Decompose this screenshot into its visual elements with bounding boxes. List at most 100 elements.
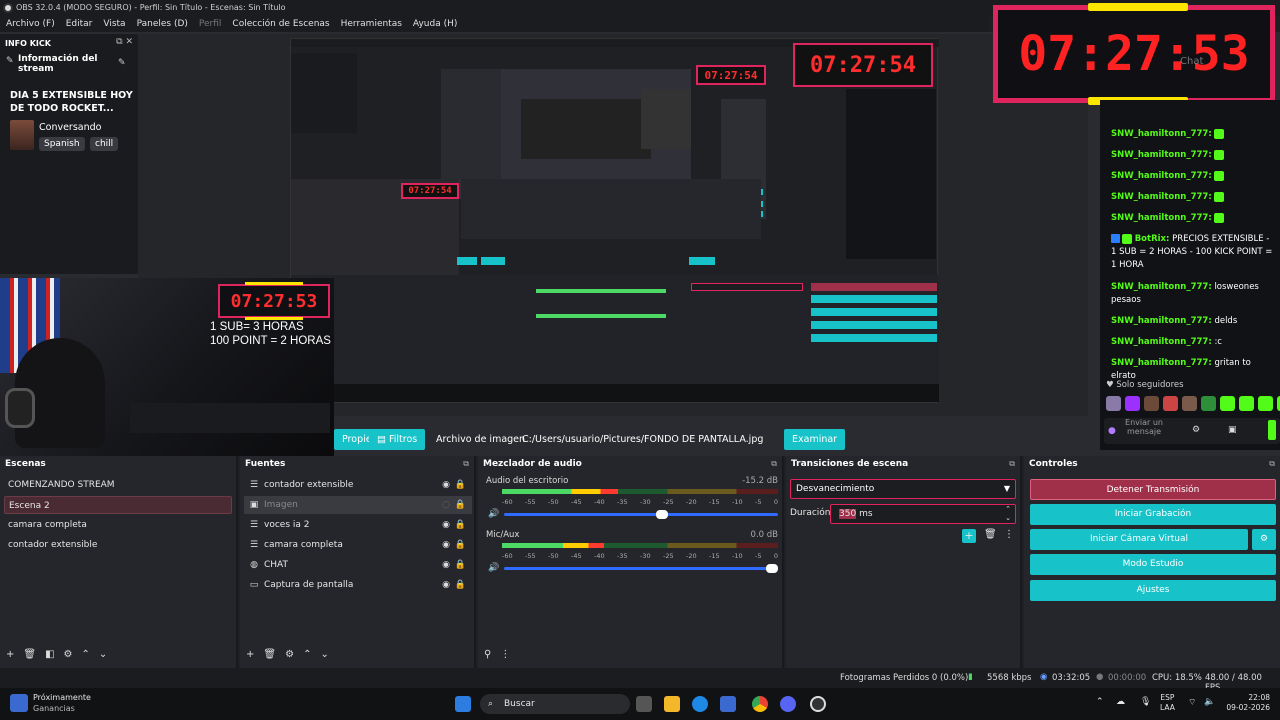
weather-widget-icon[interactable]: [10, 694, 28, 712]
link-icon[interactable]: ⚲: [484, 649, 491, 660]
dock-menu-icon[interactable]: ⧉: [463, 459, 469, 469]
scene-item[interactable]: camara completa: [4, 516, 232, 534]
vcam-gear-icon[interactable]: ⚙: [1252, 529, 1276, 550]
menu-tools[interactable]: Herramientas: [341, 16, 402, 32]
add-icon[interactable]: +: [246, 649, 254, 660]
dock-menu-icon[interactable]: ⧉: [1009, 459, 1015, 469]
gift-icon[interactable]: ▣: [1228, 425, 1237, 435]
menu-profile[interactable]: Perfil: [199, 16, 222, 32]
duration-input[interactable]: 350 ms ⌃ ⌄: [830, 504, 1016, 524]
tick-label: -15: [709, 498, 720, 506]
settings-button[interactable]: Ajustes: [1030, 580, 1276, 601]
source-item[interactable]: ◍ CHAT ◉ 🔒: [244, 556, 472, 574]
mini-timer-3: 07:27:54: [401, 183, 459, 199]
tray-chevron-icon[interactable]: ⌃: [1096, 697, 1104, 707]
emote-bar[interactable]: [1106, 396, 1280, 411]
source-item[interactable]: ☰ voces ia 2 ◉ 🔒: [244, 516, 472, 534]
scenes-footer: + 🗑 ◧ ⚙ ⌃ ⌄: [6, 649, 107, 660]
dock-menu-icon[interactable]: ⧉: [771, 459, 777, 469]
tick-label: -55: [525, 498, 536, 506]
list-icon: ☰: [249, 520, 259, 530]
cam-timer: 07:27:53: [218, 282, 330, 320]
up-icon[interactable]: ⌃: [82, 649, 90, 660]
info-kick-dock: INFO KICK ⧉ ✕ ✎ Información del stream ✎…: [0, 34, 138, 274]
trash-icon[interactable]: 🗑: [23, 649, 36, 660]
source-item[interactable]: ☰ camara completa ◉ 🔒: [244, 536, 472, 554]
volume-slider[interactable]: [504, 564, 778, 573]
file-explorer-icon[interactable]: [664, 696, 680, 712]
tick-label: -10: [732, 498, 743, 506]
tick-label: -15: [709, 552, 720, 560]
mic-icon[interactable]: ●: [1108, 426, 1116, 436]
down-icon[interactable]: ⌄: [99, 649, 107, 660]
info-kick-tab[interactable]: INFO KICK: [5, 39, 51, 48]
volume-icon[interactable]: 🔊: [488, 563, 499, 573]
chat-input[interactable]: ● Enviar un mensaje ⚙ ▣: [1104, 418, 1280, 444]
trash-icon[interactable]: 🗑: [263, 649, 276, 660]
cloud-icon[interactable]: ☁: [1116, 697, 1125, 707]
lock-icon: 🔒: [454, 500, 466, 510]
gear-icon[interactable]: ⚙: [285, 649, 294, 660]
studio-mode-button[interactable]: Modo Estudio: [1030, 554, 1276, 575]
scene-item[interactable]: COMENZANDO STREAM: [4, 476, 232, 494]
stop-stream-button[interactable]: Detener Transmisión: [1030, 479, 1276, 500]
store-icon[interactable]: [720, 696, 736, 712]
obs-logo-icon: [3, 3, 13, 13]
scenes-title: Escenas: [5, 459, 46, 469]
language-indicator[interactable]: ESP LAA: [1160, 693, 1175, 713]
down-icon[interactable]: ⌄: [320, 649, 328, 660]
scene-item[interactable]: contador extensible: [4, 536, 232, 554]
widget-subtitle: Ganancias: [33, 704, 75, 713]
wifi-icon[interactable]: ⌔: [1188, 697, 1196, 708]
menu-file[interactable]: Archivo (F): [6, 16, 55, 32]
volume-icon[interactable]: 🔊: [488, 509, 499, 519]
menu-help[interactable]: Ayuda (H): [413, 16, 457, 32]
more-icon[interactable]: ⋮: [1004, 529, 1014, 540]
browse-button[interactable]: Examinar: [784, 429, 846, 450]
send-button[interactable]: [1268, 420, 1276, 440]
task-view-icon[interactable]: [636, 696, 652, 712]
dock-menu-icon[interactable]: ⧉: [1269, 459, 1275, 469]
edge-icon[interactable]: [692, 696, 708, 712]
edit-icon[interactable]: ✎: [118, 58, 126, 68]
add-icon[interactable]: +: [6, 649, 14, 660]
stream-category: Conversando: [39, 122, 102, 133]
menu-scene-collection[interactable]: Colección de Escenas: [232, 16, 329, 32]
up-icon[interactable]: ⌃: [303, 649, 311, 660]
discord-icon[interactable]: [780, 696, 796, 712]
start-recording-button[interactable]: Iniciar Grabación: [1030, 504, 1276, 525]
dropped-frames: Fotogramas Perdidos 0 (0.0%): [840, 673, 969, 683]
dock-buttons[interactable]: ⧉ ✕: [116, 37, 133, 47]
speaker-icon[interactable]: 🔈: [1204, 697, 1215, 707]
add-transition-button[interactable]: +: [962, 529, 976, 543]
filters-button[interactable]: ▤ Filtros: [369, 429, 426, 450]
more-icon[interactable]: ⋮: [500, 649, 510, 660]
obs-taskbar-icon[interactable]: [810, 696, 826, 712]
tick-label: -30: [640, 552, 651, 560]
bottom-docks: Escenas COMENZANDO STREAM Escena 2 camar…: [0, 456, 1280, 668]
start-virtual-camera-button[interactable]: Iniciar Cámara Virtual: [1030, 529, 1248, 550]
volume-slider[interactable]: [504, 510, 778, 519]
lock-icon: 🔒: [454, 580, 466, 590]
lock-icon: 🔒: [454, 560, 466, 570]
trash-icon[interactable]: 🗑: [984, 529, 997, 540]
chrome-icon[interactable]: [752, 696, 768, 712]
menu-docks[interactable]: Paneles (D): [137, 16, 188, 32]
source-item[interactable]: ▭ Captura de pantalla ◉ 🔒: [244, 576, 472, 594]
windows-start-icon[interactable]: [455, 696, 471, 712]
taskbar-search[interactable]: ⌕ Buscar: [480, 694, 630, 714]
gear-icon[interactable]: ⚙: [64, 649, 73, 660]
scene-item-selected[interactable]: Escena 2: [4, 496, 232, 514]
eye-icon: ◉: [442, 520, 450, 530]
mic-tray-icon[interactable]: 🎙: [1140, 697, 1151, 707]
settings-icon[interactable]: ⚙: [1192, 425, 1200, 435]
clock[interactable]: 22:08 09-02-2026: [1222, 693, 1270, 713]
transition-select[interactable]: Desvanecimiento ▼: [790, 479, 1016, 499]
tick-label: -35: [617, 498, 628, 506]
menu-view[interactable]: Vista: [103, 16, 125, 32]
filter-icon[interactable]: ◧: [45, 649, 54, 660]
menu-edit[interactable]: Editar: [66, 16, 93, 32]
tag-spanish: Spanish: [39, 137, 85, 151]
source-item-selected[interactable]: ▣ Imagen ◌ 🔒: [244, 496, 472, 514]
source-item[interactable]: ☰ contador extensible ◉ 🔒: [244, 476, 472, 494]
